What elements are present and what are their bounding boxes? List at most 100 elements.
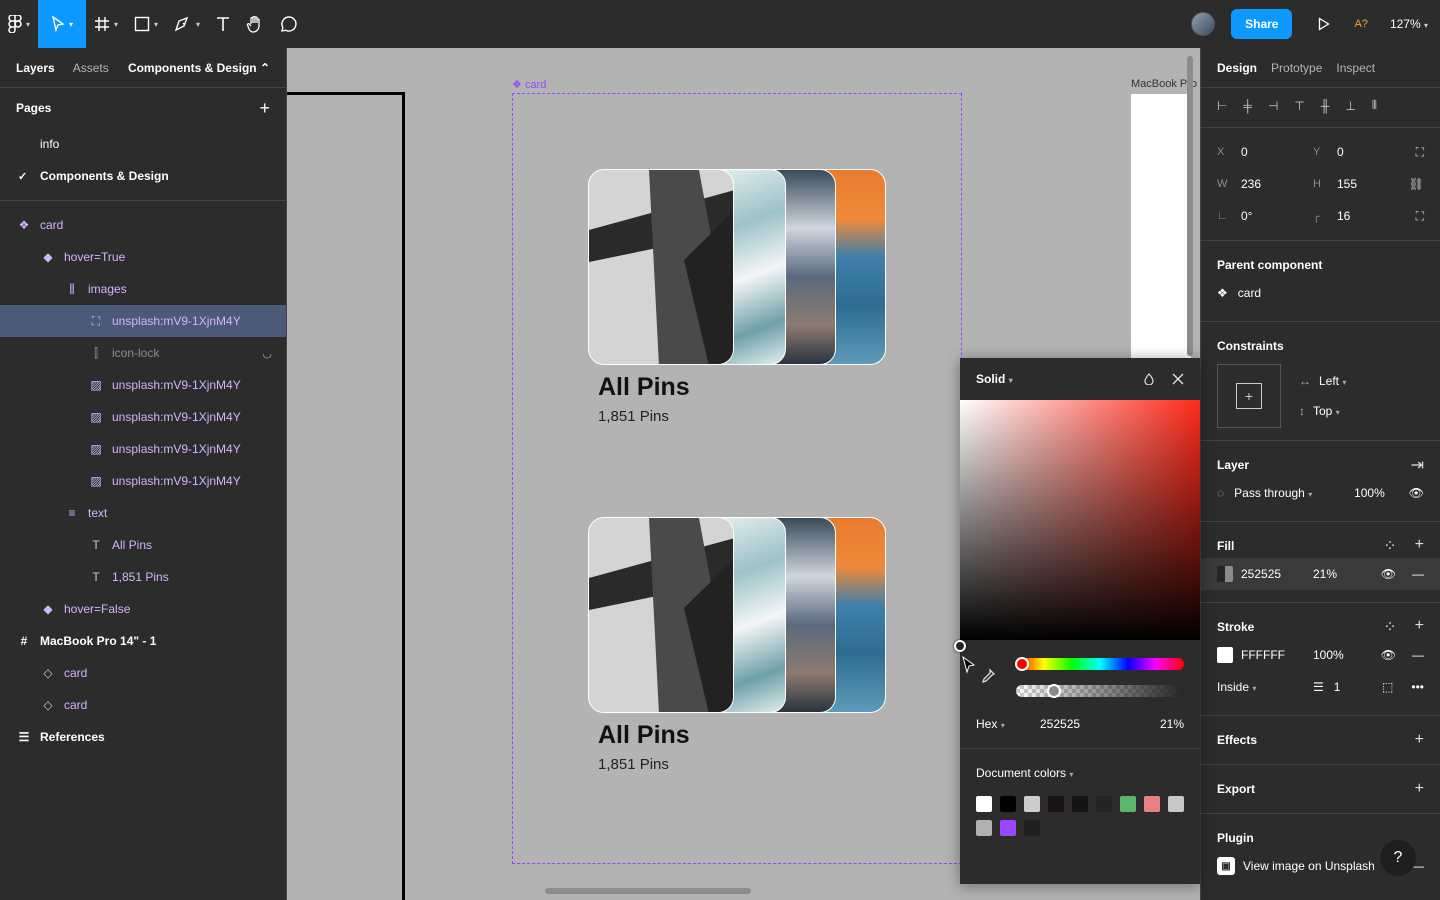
align-center-v-icon[interactable]: ╫: [1321, 99, 1330, 113]
constraint-widget[interactable]: +: [1217, 364, 1281, 428]
fill-hex[interactable]: 252525: [1241, 567, 1313, 581]
hex-input[interactable]: 252525: [1040, 717, 1140, 731]
color-swatch[interactable]: [1120, 796, 1136, 812]
layer-opacity[interactable]: 100%: [1354, 486, 1385, 500]
layer-row[interactable]: ❖ card: [0, 209, 286, 241]
color-swatch[interactable]: [1000, 820, 1016, 836]
more-icon[interactable]: •••: [1411, 680, 1424, 694]
remove-fill-icon[interactable]: —: [1412, 567, 1424, 581]
main-menu-button[interactable]: ▾: [0, 0, 38, 48]
page-select[interactable]: Components & Design ⌃: [128, 61, 270, 75]
frame-tool-button[interactable]: ▾: [86, 0, 126, 48]
color-swatch[interactable]: [1168, 796, 1184, 812]
align-center-h-icon[interactable]: ╪: [1243, 99, 1252, 113]
constrain-proportions-icon[interactable]: ⛓: [1409, 177, 1424, 191]
stroke-sides-icon[interactable]: ⬚: [1382, 680, 1393, 694]
move-tool-button[interactable]: ▾: [38, 0, 87, 48]
opacity-handle[interactable]: [1047, 684, 1061, 698]
y-field[interactable]: Y0: [1313, 145, 1409, 159]
add-export-icon[interactable]: +: [1415, 780, 1424, 798]
component-label[interactable]: ❖ card: [512, 78, 546, 91]
color-handle[interactable]: [954, 640, 966, 652]
fill-swatch[interactable]: [1217, 566, 1233, 582]
stroke-weight[interactable]: 1: [1334, 680, 1341, 694]
color-format-select[interactable]: Hex ▾: [976, 717, 1040, 731]
layer-row[interactable]: ⫿ icon-lock ◡: [0, 337, 286, 369]
saturation-brightness-area[interactable]: [954, 400, 1200, 674]
layer-row[interactable]: ▨ unsplash:mV9-1XjnM4Y: [0, 369, 286, 401]
tab-inspect[interactable]: Inspect: [1336, 61, 1375, 75]
layer-row[interactable]: T All Pins: [0, 529, 286, 561]
styles-grid-icon[interactable]: ⁘: [1383, 617, 1396, 637]
layer-row[interactable]: ▨ unsplash:mV9-1XjnM4Y: [0, 465, 286, 497]
document-colors-select[interactable]: Document colors ▾: [976, 766, 1073, 780]
plugin-action[interactable]: View image on Unsplash: [1243, 859, 1375, 873]
tab-layers[interactable]: Layers: [16, 61, 55, 75]
tab-design[interactable]: Design: [1217, 61, 1257, 75]
color-swatch[interactable]: [1000, 796, 1016, 812]
blend-mode-select[interactable]: Pass through ▾: [1234, 486, 1312, 500]
fill-row[interactable]: 252525 21% 👁 —: [1201, 558, 1440, 590]
layer-row[interactable]: ☰ References: [0, 721, 286, 753]
accessibility-badge[interactable]: A?: [1354, 18, 1367, 30]
add-fill-icon[interactable]: +: [1415, 536, 1424, 556]
zoom-menu[interactable]: 127% ▾: [1390, 17, 1428, 31]
vertical-constraint-select[interactable]: ↕ Top ▾: [1299, 404, 1346, 418]
close-icon[interactable]: [1172, 373, 1184, 385]
stroke-position-select[interactable]: Inside ▾: [1217, 680, 1313, 694]
opacity-slider[interactable]: [1016, 684, 1184, 698]
layer-row[interactable]: T 1,851 Pins: [0, 561, 286, 593]
stroke-opacity[interactable]: 100%: [1313, 648, 1344, 662]
hidden-eye-icon[interactable]: ◡: [262, 347, 272, 360]
rotation-field[interactable]: ∟ 0°: [1217, 209, 1313, 223]
w-field[interactable]: W 236: [1217, 177, 1313, 191]
color-swatch[interactable]: [1096, 796, 1112, 812]
radius-field[interactable]: ╭ 16: [1313, 209, 1409, 223]
align-top-icon[interactable]: ⊤: [1294, 99, 1304, 113]
text-tool-button[interactable]: [208, 0, 238, 48]
color-swatch[interactable]: [1144, 796, 1160, 812]
layer-row[interactable]: ◆ hover=True: [0, 241, 286, 273]
add-stroke-icon[interactable]: +: [1415, 617, 1424, 637]
opacity-input[interactable]: 21%: [1160, 717, 1184, 731]
vertical-scrollbar[interactable]: [1187, 56, 1193, 356]
help-button[interactable]: ?: [1380, 840, 1416, 876]
color-swatch[interactable]: [1072, 796, 1088, 812]
color-swatch[interactable]: [976, 820, 992, 836]
hue-slider[interactable]: [1015, 657, 1184, 671]
absolute-position-icon[interactable]: ⛶: [1416, 145, 1424, 160]
eye-icon[interactable]: 👁: [1381, 567, 1396, 581]
blend-drop-icon[interactable]: [1144, 373, 1154, 385]
layer-row[interactable]: ◆ hover=False: [0, 593, 286, 625]
fill-opacity[interactable]: 21%: [1313, 567, 1337, 581]
eye-icon[interactable]: 👁: [1409, 486, 1424, 500]
layer-row[interactable]: ◇ card: [0, 689, 286, 721]
add-effect-icon[interactable]: +: [1415, 731, 1424, 749]
layer-row[interactable]: ⫼ images: [0, 273, 286, 305]
color-swatch[interactable]: [976, 796, 992, 812]
page-item-components-design[interactable]: ✓ Components & Design: [0, 160, 286, 192]
color-swatch[interactable]: [1048, 796, 1064, 812]
independent-corners-icon[interactable]: ⛶: [1416, 209, 1424, 224]
present-button[interactable]: [1308, 17, 1340, 31]
layer-row[interactable]: ▨ unsplash:mV9-1XjnM4Y: [0, 401, 286, 433]
pen-tool-button[interactable]: ▾: [166, 0, 208, 48]
share-button[interactable]: Share: [1231, 9, 1293, 39]
layer-row[interactable]: ⛶ unsplash:mV9-1XjnM4Y: [0, 305, 286, 337]
align-right-icon[interactable]: ⊣: [1268, 99, 1278, 113]
horizontal-constraint-select[interactable]: ↔ Left ▾: [1299, 374, 1346, 388]
tab-assets[interactable]: Assets: [73, 61, 109, 75]
layer-row[interactable]: ▨ unsplash:mV9-1XjnM4Y: [0, 433, 286, 465]
distribute-icon[interactable]: ⫴: [1372, 98, 1377, 113]
horizontal-scrollbar[interactable]: [545, 888, 751, 894]
hue-handle[interactable]: [1015, 657, 1029, 671]
remove-stroke-icon[interactable]: —: [1412, 648, 1424, 662]
align-bottom-icon[interactable]: ⊥: [1345, 99, 1355, 113]
shape-tool-button[interactable]: ▾: [126, 0, 166, 48]
stroke-hex[interactable]: FFFFFF: [1241, 648, 1313, 662]
eye-icon[interactable]: 👁: [1381, 648, 1396, 662]
layer-row[interactable]: # MacBook Pro 14" - 1: [0, 625, 286, 657]
hand-tool-button[interactable]: [238, 0, 272, 48]
go-to-main-icon[interactable]: ⇥: [1411, 455, 1424, 475]
avatar[interactable]: [1191, 12, 1216, 36]
